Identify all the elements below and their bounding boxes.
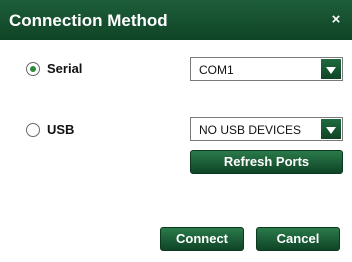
dialog-title: Connection Method bbox=[9, 11, 168, 30]
dialog-titlebar: Connection Method × bbox=[0, 0, 352, 40]
serial-port-dropdown[interactable]: COM1 bbox=[190, 57, 343, 81]
usb-device-dropdown[interactable]: NO USB DEVICES bbox=[190, 117, 343, 141]
refresh-ports-button[interactable]: Refresh Ports bbox=[190, 150, 343, 174]
chevron-down-icon[interactable] bbox=[321, 59, 341, 79]
usb-label[interactable]: USB bbox=[47, 122, 74, 138]
usb-radio[interactable] bbox=[26, 123, 40, 137]
serial-label[interactable]: Serial bbox=[47, 61, 82, 77]
usb-device-value: NO USB DEVICES bbox=[199, 123, 302, 137]
chevron-down-icon[interactable] bbox=[321, 119, 341, 139]
serial-port-value: COM1 bbox=[199, 63, 234, 77]
connect-button[interactable]: Connect bbox=[160, 227, 244, 251]
serial-radio[interactable] bbox=[26, 62, 40, 76]
close-icon[interactable]: × bbox=[328, 11, 344, 29]
cancel-button[interactable]: Cancel bbox=[256, 227, 340, 251]
